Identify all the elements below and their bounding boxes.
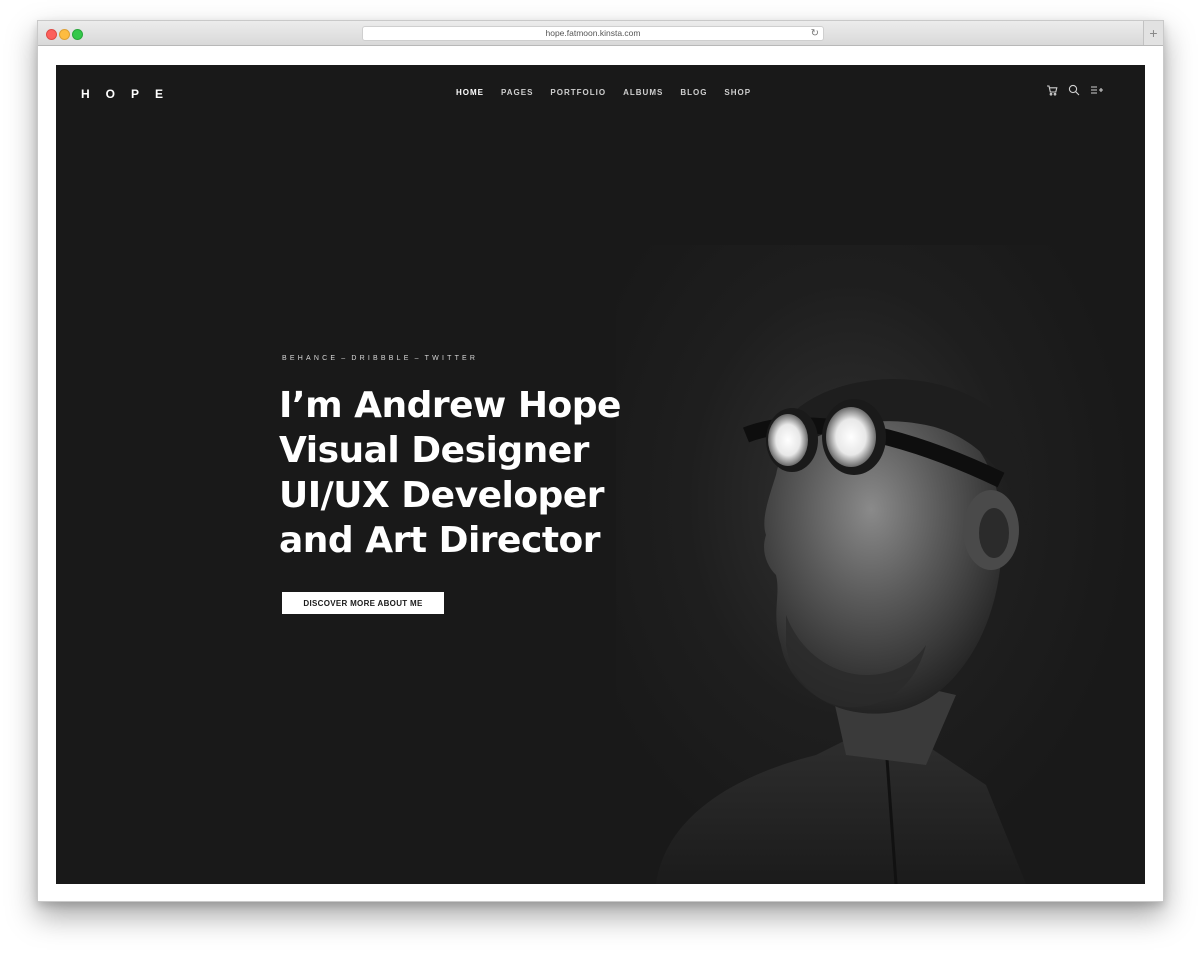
nav-item-pages[interactable]: PAGES xyxy=(501,88,533,97)
close-window-button[interactable] xyxy=(46,29,57,40)
nav-item-albums[interactable]: ALBUMS xyxy=(623,88,663,97)
zoom-window-button[interactable] xyxy=(72,29,83,40)
header-icons xyxy=(1046,84,1103,96)
menu-icon[interactable] xyxy=(1090,84,1103,96)
nav-item-blog[interactable]: BLOG xyxy=(680,88,707,97)
main-nav: HOME PAGES PORTFOLIO ALBUMS BLOG SHOP xyxy=(456,88,768,97)
site-logo[interactable]: HOPE xyxy=(81,87,179,101)
reload-icon[interactable]: ↻ xyxy=(811,27,819,40)
minimize-window-button[interactable] xyxy=(59,29,70,40)
portrait-image xyxy=(656,379,1030,884)
nav-item-portfolio[interactable]: PORTFOLIO xyxy=(550,88,606,97)
discover-more-button[interactable]: DISCOVER MORE ABOUT ME xyxy=(282,592,444,614)
search-icon[interactable] xyxy=(1068,84,1080,96)
social-separator: – xyxy=(341,355,349,362)
page-viewport: HOPE HOME PAGES PORTFOLIO ALBUMS BLOG SH… xyxy=(56,65,1145,884)
social-links: BEHANCE – DRIBBBLE – TWITTER xyxy=(282,355,478,362)
address-bar-url: hope.fatmoon.kinsta.com xyxy=(545,28,641,38)
browser-window: hope.fatmoon.kinsta.com ↻ + HOPE HOME PA… xyxy=(37,20,1164,902)
nav-item-home[interactable]: HOME xyxy=(456,88,484,97)
twitter-link[interactable]: TWITTER xyxy=(425,355,479,362)
social-separator: – xyxy=(414,355,422,362)
browser-titlebar: hope.fatmoon.kinsta.com ↻ + xyxy=(38,21,1163,46)
nav-item-shop[interactable]: SHOP xyxy=(724,88,751,97)
behance-link[interactable]: BEHANCE xyxy=(282,355,338,362)
new-tab-button[interactable]: + xyxy=(1143,21,1163,45)
address-bar[interactable]: hope.fatmoon.kinsta.com ↻ xyxy=(362,26,824,41)
dribbble-link[interactable]: DRIBBBLE xyxy=(351,355,411,362)
cart-icon[interactable] xyxy=(1046,84,1058,96)
